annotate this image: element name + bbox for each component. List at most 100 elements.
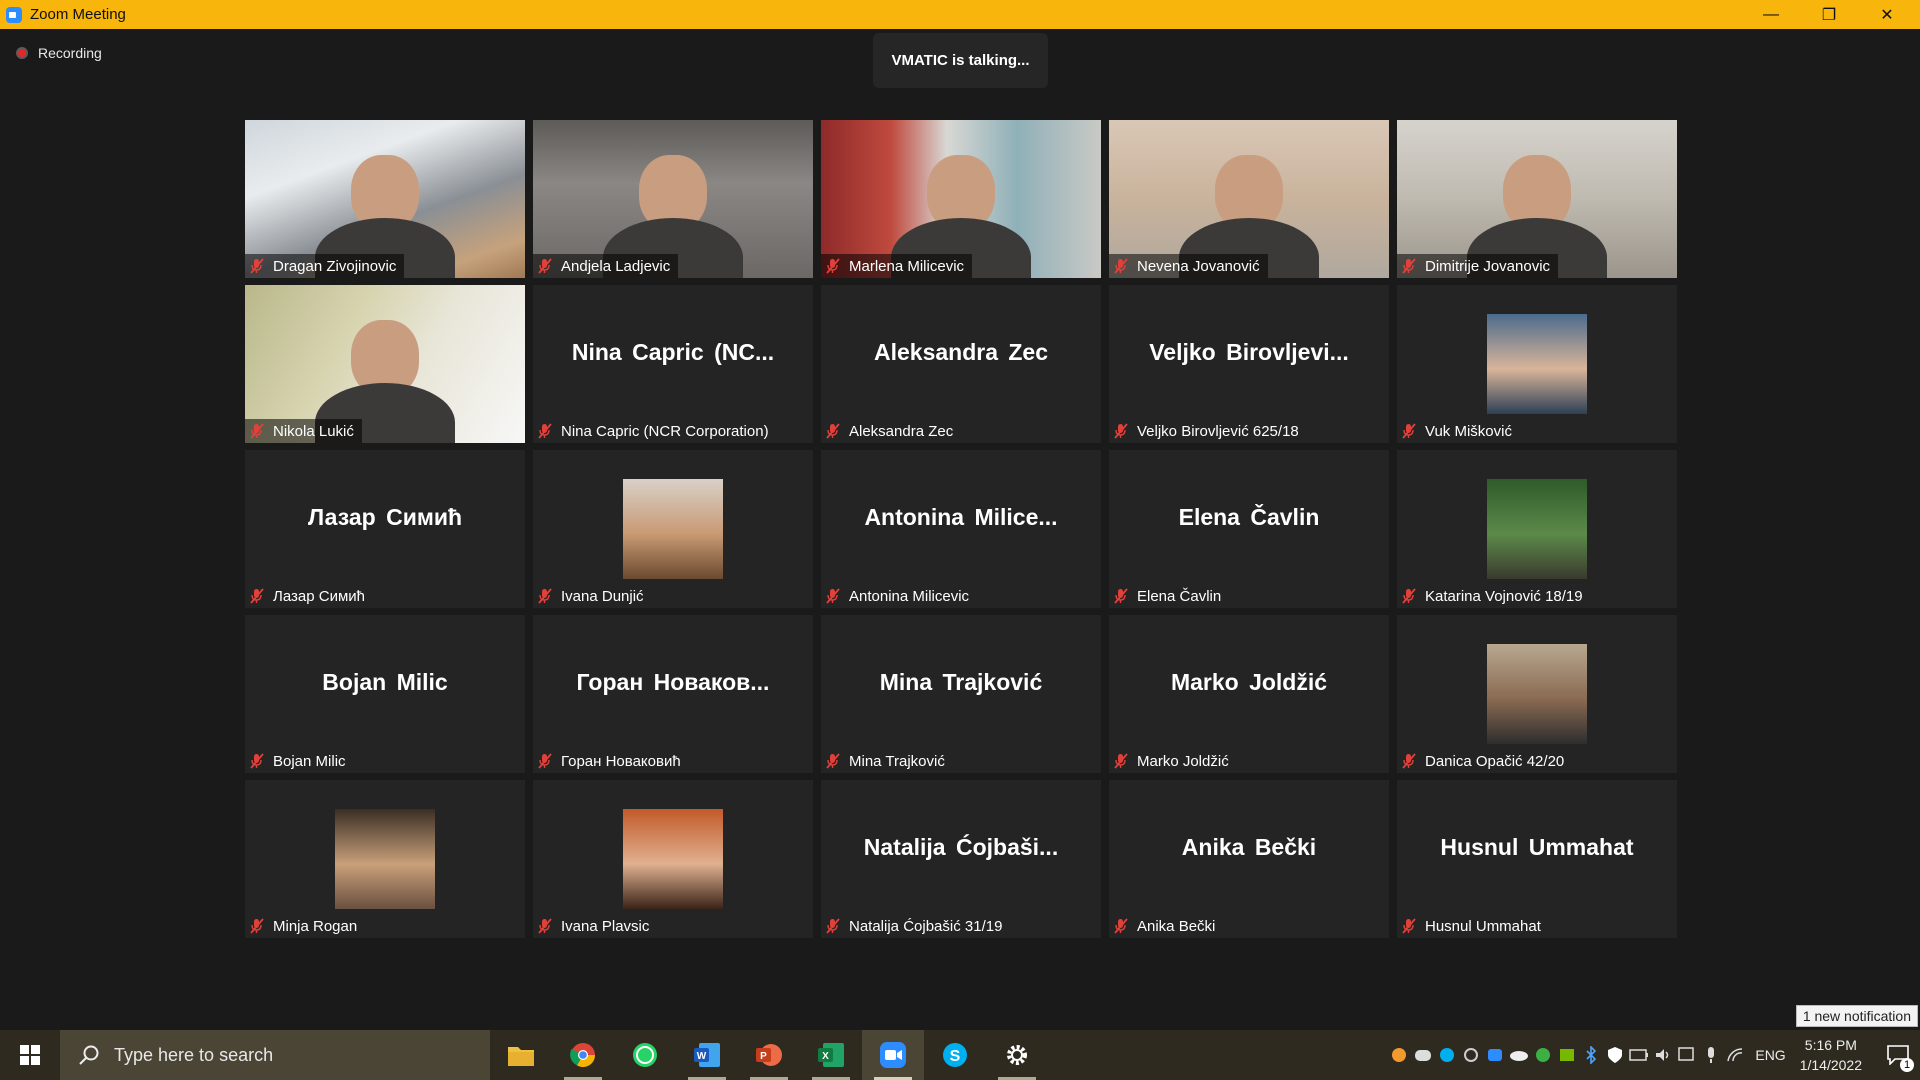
participant-name: Dragan Zivojinovic <box>273 257 397 275</box>
participant-name-label: Danica Opačić 42/20 <box>1397 749 1572 773</box>
shield-check-icon[interactable] <box>1531 1030 1555 1080</box>
participant-name: Ivana Dunjić <box>561 587 644 605</box>
gear-icon <box>1007 1045 1027 1065</box>
participant-tile[interactable]: Dimitrije Jovanovic <box>1397 120 1677 278</box>
participant-name: Veljko Birovljević 625/18 <box>1137 422 1299 440</box>
participant-tile[interactable]: Elena Čavlin Elena Čavlin <box>1109 450 1389 608</box>
participant-tile[interactable]: Andjela Ladjevic <box>533 120 813 278</box>
participant-name-label: Elena Čavlin <box>1109 584 1229 608</box>
restore-button[interactable]: ❐ <box>1800 0 1858 29</box>
taskbar-whatsapp[interactable] <box>614 1030 676 1080</box>
mic-muted-icon <box>1401 423 1417 439</box>
participant-name-label: Nikola Lukić <box>245 419 362 443</box>
participant-name-label: Горан Новаковић <box>533 749 689 773</box>
mic-muted-icon <box>537 423 553 439</box>
participant-tile[interactable]: Marko Joldžić Marko Joldžić <box>1109 615 1389 773</box>
participant-display-name: Veljko Birovljevi... <box>1149 338 1349 365</box>
participant-tile[interactable]: Ivana Plavsic <box>533 780 813 938</box>
taskbar-word[interactable]: W <box>676 1030 738 1080</box>
skype-icon: S <box>943 1043 967 1067</box>
bluetooth-icon[interactable] <box>1579 1030 1603 1080</box>
taskbar-skype[interactable]: S <box>924 1030 986 1080</box>
participant-tile[interactable]: Ivana Dunjić <box>533 450 813 608</box>
participant-tile[interactable]: Natalija Ćojbaši... Natalija Ćojbašić 31/… <box>821 780 1101 938</box>
language-indicator[interactable]: ENG <box>1755 1047 1785 1063</box>
start-button[interactable] <box>0 1030 60 1080</box>
participant-tile[interactable]: Vuk Mišković <box>1397 285 1677 443</box>
wifi-icon[interactable] <box>1723 1030 1747 1080</box>
action-center-button[interactable]: 1 <box>1876 1030 1920 1080</box>
zoom-tray-icon[interactable] <box>1483 1030 1507 1080</box>
participant-tile[interactable]: Горан Новаков... Горан Новаковић <box>533 615 813 773</box>
recording-indicator[interactable]: Recording <box>16 45 102 61</box>
notification-toast[interactable]: 1 new notification <box>1795 1005 1918 1027</box>
close-button[interactable]: ✕ <box>1858 0 1916 29</box>
nvidia-icon[interactable] <box>1555 1030 1579 1080</box>
participant-tile[interactable]: Veljko Birovljevi... Veljko Birovljević 6… <box>1109 285 1389 443</box>
recording-label: Recording <box>38 45 102 61</box>
participant-tile[interactable]: Husnul Ummahat Husnul Ummahat <box>1397 780 1677 938</box>
participant-display-name: Husnul Ummahat <box>1440 833 1634 860</box>
participant-name-label: Ivana Dunjić <box>533 584 652 608</box>
taskbar-zoom[interactable] <box>862 1030 924 1080</box>
participant-tile[interactable]: Aleksandra Zec Aleksandra Zec <box>821 285 1101 443</box>
participant-name: Nevena Jovanović <box>1137 257 1260 275</box>
participant-tile[interactable]: Mina Trajković Mina Trajković <box>821 615 1101 773</box>
participant-name-label: Mina Trajković <box>821 749 953 773</box>
taskbar-excel[interactable]: X <box>800 1030 862 1080</box>
participant-tile[interactable]: Лазар Симић Лазар Симић <box>245 450 525 608</box>
skype-tray-icon[interactable] <box>1435 1030 1459 1080</box>
microphone-icon[interactable] <box>1699 1030 1723 1080</box>
participant-tile[interactable]: Antonina Milice... Antonina Milicevic <box>821 450 1101 608</box>
participant-name-label: Minja Rogan <box>245 914 365 938</box>
participant-tile[interactable]: Nevena Jovanović <box>1109 120 1389 278</box>
window-title: Zoom Meeting <box>30 6 126 23</box>
onedrive-icon[interactable] <box>1507 1030 1531 1080</box>
participant-tile[interactable]: Nikola Lukić <box>245 285 525 443</box>
taskbar-chrome[interactable] <box>552 1030 614 1080</box>
participant-name: Горан Новаковић <box>561 752 681 770</box>
participant-name-label: Лазар Симић <box>245 584 373 608</box>
mic-muted-icon <box>1401 918 1417 934</box>
participant-name: Danica Opačić 42/20 <box>1425 752 1565 770</box>
participant-avatar <box>623 479 723 579</box>
participant-name: Elena Čavlin <box>1137 587 1222 605</box>
sync-icon[interactable] <box>1459 1030 1483 1080</box>
participant-tile[interactable]: Bojan Milic Bojan Milic <box>245 615 525 773</box>
participant-name-label: Dimitrije Jovanovic <box>1397 254 1559 278</box>
participant-name-label: Marlena Milicevic <box>821 254 973 278</box>
volume-icon[interactable] <box>1651 1030 1675 1080</box>
participant-display-name: Elena Čavlin <box>1178 503 1320 530</box>
participant-tile[interactable]: Katarina Vojnović 18/19 <box>1397 450 1677 608</box>
taskbar-powerpoint[interactable]: P <box>738 1030 800 1080</box>
taskbar-file-explorer[interactable] <box>490 1030 552 1080</box>
mic-muted-icon <box>825 423 841 439</box>
participant-tile[interactable]: Dragan Zivojinovic <box>245 120 525 278</box>
participant-display-name: Aleksandra Zec <box>873 338 1049 365</box>
meet-now-icon[interactable] <box>1675 1030 1699 1080</box>
participant-name: Nina Capric (NCR Corporation) <box>561 422 769 440</box>
minimize-button[interactable]: — <box>1742 0 1800 29</box>
participant-display-name: Bojan Milic <box>322 668 448 695</box>
participant-name: Bojan Milic <box>273 752 346 770</box>
tray-app-icon[interactable] <box>1387 1030 1411 1080</box>
participant-tile[interactable]: Danica Opačić 42/20 <box>1397 615 1677 773</box>
mic-muted-icon <box>1401 753 1417 769</box>
taskbar-settings[interactable] <box>986 1030 1048 1080</box>
participant-display-name: Лазар Симић <box>307 503 463 530</box>
taskbar-search[interactable]: Type here to search <box>60 1030 490 1080</box>
participant-tile[interactable]: Marlena Milicevic <box>821 120 1101 278</box>
mic-muted-icon <box>249 918 265 934</box>
participant-name-label: Husnul Ummahat <box>1397 914 1549 938</box>
battery-icon[interactable] <box>1627 1030 1651 1080</box>
discord-icon[interactable] <box>1411 1030 1435 1080</box>
participant-name: Aleksandra Zec <box>849 422 954 440</box>
clock[interactable]: 5:16 PM 1/14/2022 <box>1800 1035 1862 1075</box>
participant-tile[interactable]: Nina Capric (NC... Nina Capric (NCR Corpo… <box>533 285 813 443</box>
participant-tile[interactable]: Minja Rogan <box>245 780 525 938</box>
participant-tile[interactable]: Anika Bečki Anika Bečki <box>1109 780 1389 938</box>
security-icon[interactable] <box>1603 1030 1627 1080</box>
svg-text:S: S <box>950 1048 961 1065</box>
participant-name-label: Veljko Birovljević 625/18 <box>1109 419 1307 443</box>
powerpoint-icon: P <box>756 1044 782 1066</box>
